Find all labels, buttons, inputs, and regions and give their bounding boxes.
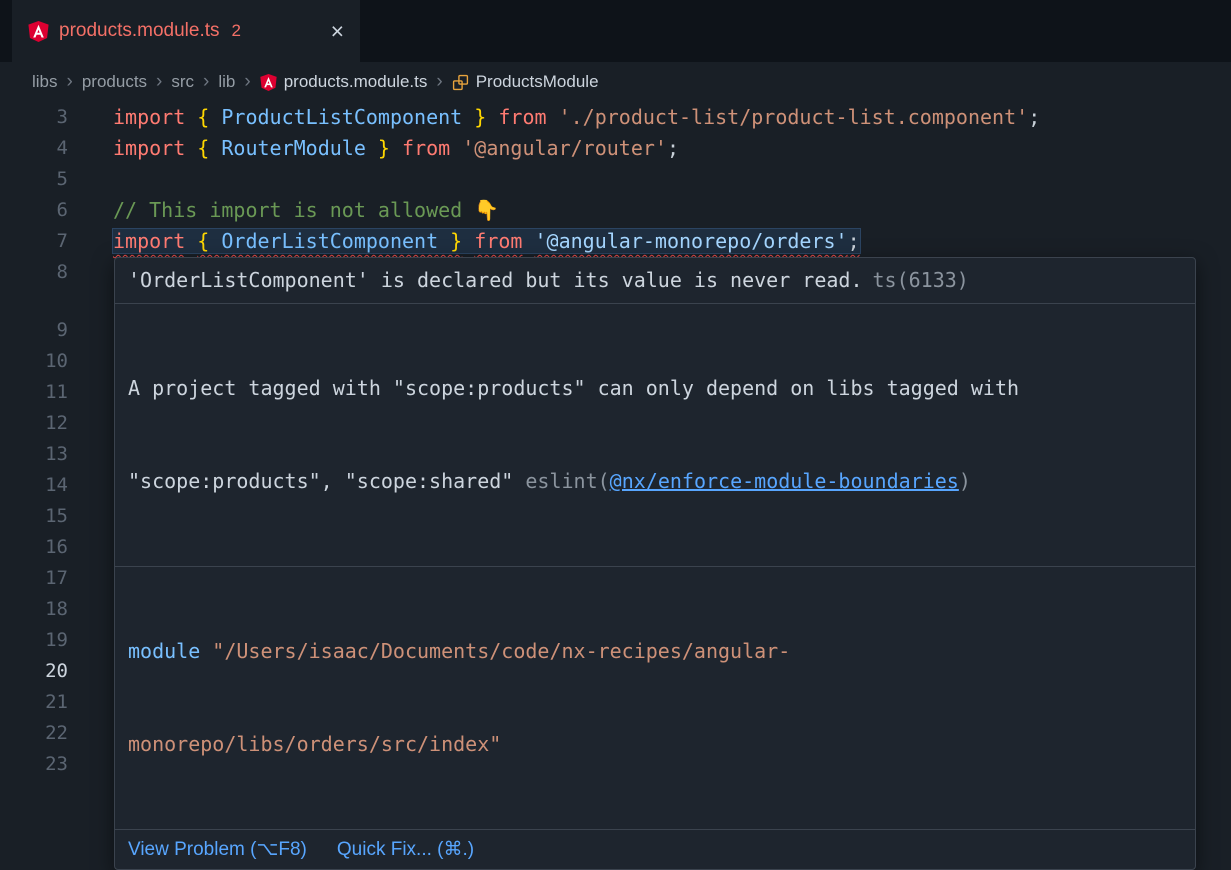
breadcrumb-item-src[interactable]: src xyxy=(171,72,194,92)
code-text[interactable]: import { RouterModule } from '@angular/r… xyxy=(113,133,679,164)
module-path-line2: monorepo/libs/orders/src/index" xyxy=(128,729,1182,760)
line-number: 21 xyxy=(0,687,68,718)
module-path-line1: "/Users/isaac/Documents/code/nx-recipes/… xyxy=(200,639,790,663)
line-number: 9 xyxy=(0,315,68,346)
breadcrumb-item-lib[interactable]: lib xyxy=(218,72,235,92)
breadcrumb-item-products[interactable]: products xyxy=(82,72,147,92)
line-number: 12 xyxy=(0,408,68,439)
code-text[interactable]: // This import is not allowed 👇 xyxy=(113,195,499,226)
chevron-separator-icon: › xyxy=(156,71,162,93)
line-number: 18 xyxy=(0,594,68,625)
eslint-error-line2: "scope:products", "scope:shared" eslint(… xyxy=(128,466,1182,497)
hover-actions: View Problem (⌥F8) Quick Fix... (⌘.) xyxy=(115,829,1195,869)
line-number: 14 xyxy=(0,470,68,501)
line-number: 20 xyxy=(0,656,68,687)
eslint-source-open: eslint( xyxy=(525,469,609,493)
code-line-5[interactable]: 5 xyxy=(0,164,1231,195)
line-number: 19 xyxy=(0,625,68,656)
breadcrumb-item-libs[interactable]: libs xyxy=(32,72,58,92)
eslint-error-line1: A project tagged with "scope:products" c… xyxy=(128,373,1182,404)
code-text[interactable]: import { ProductListComponent } from './… xyxy=(113,102,1040,133)
ts-error-source: ts(6133) xyxy=(873,268,969,292)
symbol-class-icon xyxy=(452,74,469,91)
breadcrumb-item-symbol[interactable]: ProductsModule xyxy=(476,72,599,92)
line-number: 11 xyxy=(0,377,68,408)
quick-fix-button[interactable]: Quick Fix... (⌘.) xyxy=(337,838,474,861)
tab-problems-badge: 2 xyxy=(232,21,241,41)
line-number: 13 xyxy=(0,439,68,470)
ts-error-message: 'OrderListComponent' is declared but its… xyxy=(115,258,1195,303)
line-number: 10 xyxy=(0,346,68,377)
code-line-6[interactable]: 6 // This import is not allowed 👇 xyxy=(0,195,1231,226)
chevron-separator-icon: › xyxy=(67,71,73,93)
code-line-7[interactable]: 7 import { OrderListComponent } from '@an… xyxy=(0,226,1231,257)
tab-title: products.module.ts xyxy=(59,20,220,42)
eslint-rule-link[interactable]: @nx/enforce-module-boundaries xyxy=(610,469,959,493)
line-number: 3 xyxy=(0,102,68,133)
chevron-separator-icon: › xyxy=(436,71,442,93)
tab-bar: products.module.ts 2 × xyxy=(0,0,1231,62)
ts-error-text: 'OrderListComponent' is declared but its… xyxy=(128,268,863,292)
line-number: 6 xyxy=(0,195,68,226)
close-icon[interactable]: × xyxy=(331,20,344,43)
breadcrumb-item-file[interactable]: products.module.ts xyxy=(284,72,428,92)
line-number: 16 xyxy=(0,532,68,563)
code-text[interactable]: import { OrderListComponent } from '@ang… xyxy=(113,226,860,257)
code-line-3[interactable]: 3 import { ProductListComponent } from '.… xyxy=(0,102,1231,133)
angular-icon xyxy=(260,74,277,91)
module-keyword: module xyxy=(128,639,200,663)
chevron-separator-icon: › xyxy=(203,71,209,93)
code-line-4[interactable]: 4 import { RouterModule } from '@angular/… xyxy=(0,133,1231,164)
tab-products-module[interactable]: products.module.ts 2 × xyxy=(12,0,360,62)
breadcrumb: libs › products › src › lib › products.m… xyxy=(0,62,1231,102)
line-number: 23 xyxy=(0,749,68,780)
line-number: 17 xyxy=(0,563,68,594)
line-number: 7 xyxy=(0,226,68,257)
line-number: 8 xyxy=(0,257,68,288)
view-problem-button[interactable]: View Problem (⌥F8) xyxy=(128,838,307,861)
chevron-separator-icon: › xyxy=(244,71,250,93)
hover-popup: 'OrderListComponent' is declared but its… xyxy=(114,257,1196,870)
line-number: 5 xyxy=(0,164,68,195)
eslint-error-message: A project tagged with "scope:products" c… xyxy=(115,303,1195,566)
line-number: 15 xyxy=(0,501,68,532)
error-squiggle: import { OrderListComponent } from '@ang… xyxy=(113,229,860,253)
line-number: 22 xyxy=(0,718,68,749)
angular-icon xyxy=(28,21,49,42)
eslint-source-close: ) xyxy=(959,469,971,493)
line-number: 4 xyxy=(0,133,68,164)
module-info-block: module "/Users/isaac/Documents/code/nx-r… xyxy=(115,566,1195,829)
